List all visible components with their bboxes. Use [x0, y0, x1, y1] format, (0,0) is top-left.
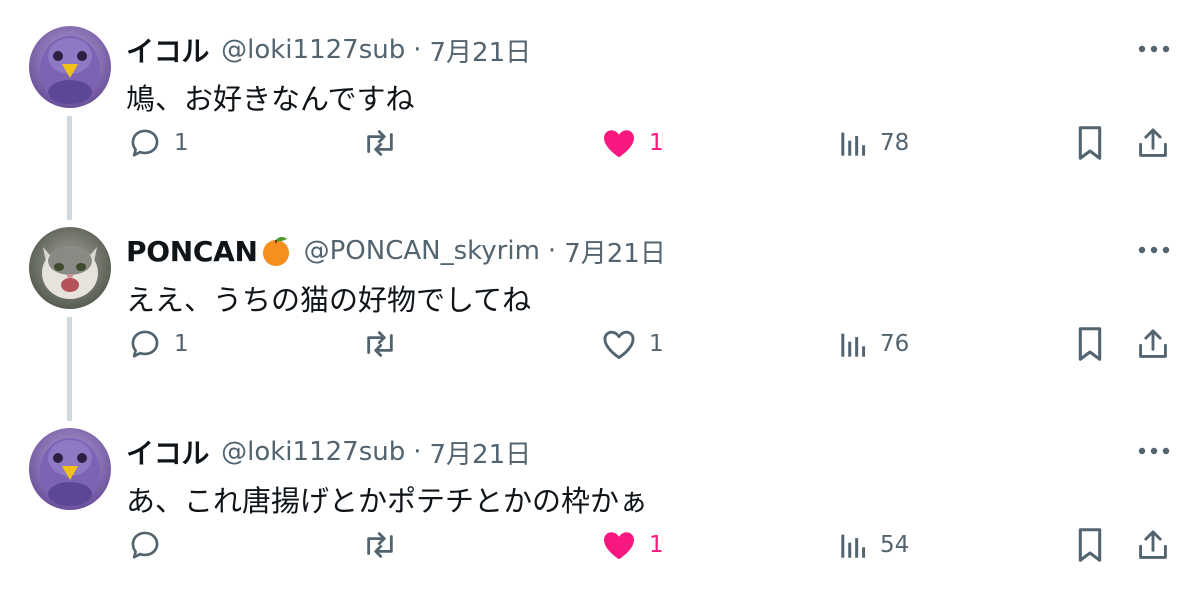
- more-options-button[interactable]: [1137, 436, 1171, 466]
- view-count: 78: [880, 130, 910, 156]
- display-name[interactable]: PONCAN: [126, 235, 258, 268]
- bookmark-button[interactable]: [1076, 318, 1104, 370]
- more-options-button[interactable]: [1137, 235, 1171, 265]
- reply-count: 1: [174, 331, 189, 357]
- more-options-button[interactable]: [1137, 34, 1171, 64]
- avatar[interactable]: [29, 26, 111, 108]
- tweet-text: 鳩、お好きなんですね: [126, 82, 415, 116]
- heart-outline-icon: [603, 330, 635, 359]
- handle[interactable]: @PONCAN_skyrim: [304, 236, 540, 266]
- timestamp[interactable]: 7月21日: [429, 32, 531, 69]
- tweet-text: ええ、うちの猫の好物でしてね: [126, 283, 532, 317]
- retweet-button[interactable]: [361, 117, 399, 169]
- timestamp[interactable]: 7月21日: [429, 434, 531, 471]
- reply-count: 1: [174, 130, 189, 156]
- reply-icon: [131, 129, 159, 157]
- tweet[interactable]: イコル @loki1127sub · 7月21日 鳩、お好きなんですね 1 1: [0, 0, 1200, 220]
- share-button[interactable]: [1137, 519, 1169, 571]
- reply-button[interactable]: [128, 519, 174, 571]
- reply-icon: [131, 531, 159, 559]
- heart-filled-icon: [604, 130, 634, 158]
- share-icon: [1139, 530, 1167, 559]
- reply-button[interactable]: 1: [128, 117, 189, 169]
- share-button[interactable]: [1137, 318, 1169, 370]
- analytics-icon: [841, 132, 866, 156]
- separator: ·: [413, 35, 422, 65]
- retweet-icon: [367, 532, 393, 558]
- share-icon: [1139, 128, 1167, 157]
- like-button[interactable]: 1: [601, 117, 664, 169]
- tweet-header: イコル @loki1127sub · 7月21日: [126, 432, 531, 472]
- avatar[interactable]: [29, 428, 111, 510]
- analytics-icon: [841, 534, 866, 558]
- like-count: 1: [649, 130, 664, 156]
- views-button[interactable]: 54: [840, 519, 909, 571]
- retweet-icon: [367, 130, 393, 156]
- tweet-text: あ、これ唐揚げとかポテチとかの枠かぁ: [126, 484, 649, 518]
- heart-filled-icon: [604, 532, 634, 560]
- display-name[interactable]: イコル: [126, 432, 209, 472]
- handle[interactable]: @loki1127sub: [221, 35, 405, 65]
- views-button[interactable]: 78: [840, 117, 909, 169]
- bookmark-button[interactable]: [1076, 519, 1104, 571]
- tweet-header: PONCAN @PONCAN_skyrim · 7月21日: [126, 231, 666, 271]
- share-button[interactable]: [1137, 117, 1169, 169]
- more-icon: [1138, 45, 1170, 53]
- separator: ·: [413, 437, 422, 467]
- retweet-icon: [367, 331, 393, 357]
- bookmark-icon: [1078, 327, 1102, 361]
- separator: ·: [547, 236, 557, 266]
- views-button[interactable]: 76: [840, 318, 909, 370]
- reply-icon: [131, 330, 159, 358]
- view-count: 76: [880, 331, 910, 357]
- like-button[interactable]: 1: [601, 318, 664, 370]
- more-icon: [1138, 447, 1170, 455]
- avatar[interactable]: [29, 227, 111, 309]
- like-button[interactable]: 1: [601, 519, 664, 571]
- tweet[interactable]: イコル @loki1127sub · 7月21日 あ、これ唐揚げとかポテチとかの…: [0, 402, 1200, 602]
- handle[interactable]: @loki1127sub: [221, 437, 405, 467]
- timestamp[interactable]: 7月21日: [564, 233, 666, 270]
- orange-emoji-icon: [262, 236, 289, 266]
- view-count: 54: [880, 532, 910, 558]
- tweet-header: イコル @loki1127sub · 7月21日: [126, 30, 531, 70]
- share-icon: [1139, 329, 1167, 358]
- more-icon: [1138, 246, 1170, 254]
- analytics-icon: [841, 333, 866, 357]
- bookmark-icon: [1078, 126, 1102, 160]
- display-name[interactable]: イコル: [126, 30, 209, 70]
- bookmark-button[interactable]: [1076, 117, 1104, 169]
- like-count: 1: [649, 331, 664, 357]
- reply-button[interactable]: 1: [128, 318, 189, 370]
- retweet-button[interactable]: [361, 318, 399, 370]
- bookmark-icon: [1078, 528, 1102, 562]
- like-count: 1: [649, 532, 664, 558]
- tweet[interactable]: PONCAN @PONCAN_skyrim · 7月21日 ええ、うちの猫の好物…: [0, 201, 1200, 421]
- retweet-button[interactable]: [361, 519, 399, 571]
